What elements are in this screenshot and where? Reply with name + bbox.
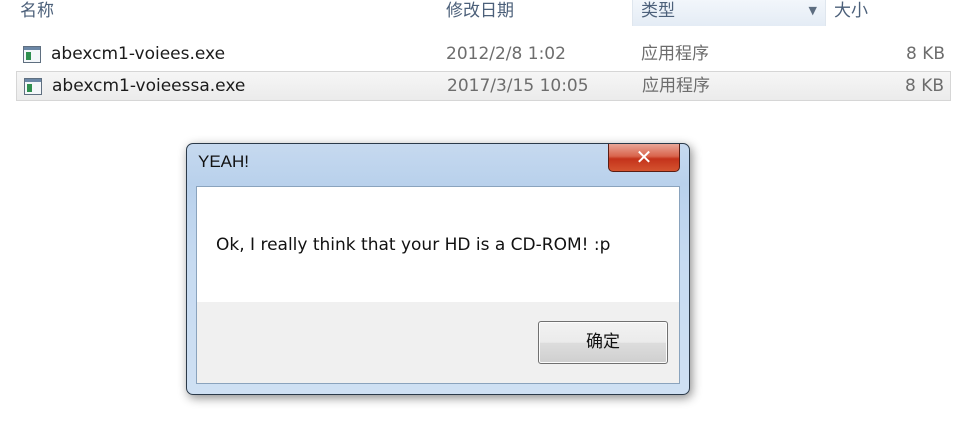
column-size-header[interactable]: 大小 [834, 0, 954, 26]
close-icon: ✕ [635, 145, 653, 169]
exe-file-icon [24, 78, 42, 95]
exe-file-icon [23, 46, 41, 63]
file-name: abexcm1-voiees.exe [51, 44, 226, 64]
file-date: 2012/2/8 1:02 [446, 44, 566, 64]
file-size: 8 KB [904, 76, 944, 96]
close-button[interactable]: ✕ [608, 144, 680, 172]
file-type: 应用程序 [641, 44, 709, 64]
column-type-header[interactable]: 类型 ▼ [632, 0, 826, 26]
message-dialog: YEAH! ✕ Ok, I really think that your HD … [186, 143, 690, 395]
file-row-selected[interactable]: abexcm1-voieessa.exe 2017/3/15 10:05 应用程… [16, 71, 951, 101]
column-header: 名称 修改日期 类型 ▼ 大小 [0, 0, 974, 26]
chevron-down-icon[interactable]: ▼ [809, 0, 817, 22]
file-size: 8 KB [905, 44, 945, 64]
dialog-message: Ok, I really think that your HD is a CD-… [216, 235, 611, 255]
column-type-label: 类型 [641, 1, 675, 21]
dialog-title: YEAH! [198, 152, 250, 171]
file-date: 2017/3/15 10:05 [447, 76, 589, 96]
column-date-header[interactable]: 修改日期 [446, 0, 626, 26]
file-type: 应用程序 [642, 76, 710, 96]
dialog-body: Ok, I really think that your HD is a CD-… [196, 186, 680, 384]
file-row[interactable]: abexcm1-voiees.exe 2012/2/8 1:02 应用程序 8 … [16, 40, 951, 70]
ok-button[interactable]: 确定 [538, 321, 668, 364]
file-name: abexcm1-voieessa.exe [52, 76, 246, 96]
column-name-header[interactable]: 名称 [20, 0, 430, 26]
dialog-message-area: Ok, I really think that your HD is a CD-… [197, 187, 679, 302]
